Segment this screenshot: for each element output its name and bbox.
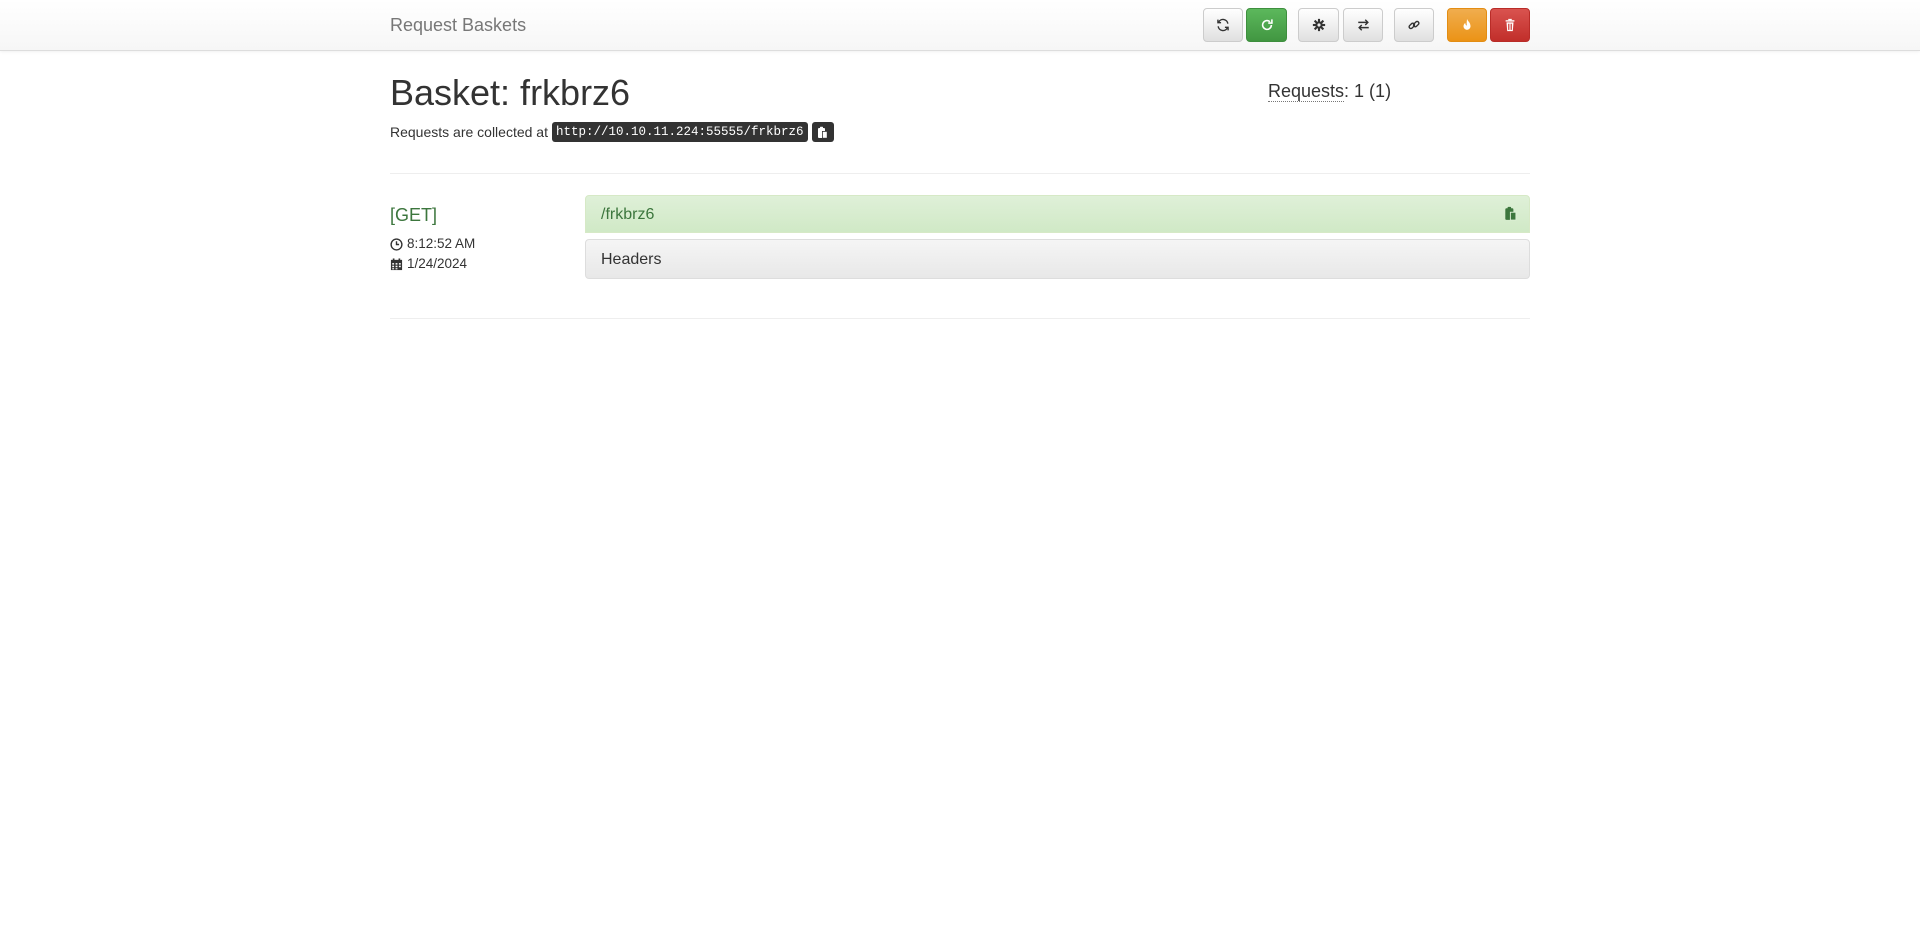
basket-url[interactable]: http://10.10.11.224:55555/frkbrz6 xyxy=(551,122,808,142)
request-method: [GET] xyxy=(390,205,438,225)
requests-label[interactable]: Requests xyxy=(1268,81,1345,102)
share-link-button[interactable] xyxy=(1394,8,1434,42)
calendar-icon xyxy=(390,257,403,270)
request-date: 1/24/2024 xyxy=(390,255,467,273)
headers-toggle[interactable]: Headers xyxy=(585,239,1530,279)
trash-icon xyxy=(1505,18,1515,32)
gear-icon xyxy=(1312,18,1325,32)
copy-url-button[interactable] xyxy=(811,122,834,142)
refresh-button[interactable] xyxy=(1203,8,1243,42)
request-time-text: 8:12:52 AM xyxy=(407,236,476,251)
requests-value: : 1 (1) xyxy=(1344,81,1392,101)
divider-top xyxy=(390,173,1530,174)
link-icon xyxy=(1408,20,1420,30)
clipboard-icon xyxy=(818,126,828,138)
collected-label: Requests are collected at xyxy=(390,124,548,140)
fire-icon xyxy=(1463,18,1471,30)
responses-button[interactable] xyxy=(1343,8,1383,42)
delete-button[interactable] xyxy=(1490,8,1530,42)
clipboard-icon xyxy=(1505,206,1517,221)
divider-bottom xyxy=(390,318,1530,319)
navbar: Request Baskets xyxy=(0,0,1920,51)
auto-refresh-button[interactable] xyxy=(1246,8,1287,42)
request-path: /frkbrz6 xyxy=(601,206,655,223)
auto-refresh-icon xyxy=(1261,19,1273,31)
brand-title[interactable]: Request Baskets xyxy=(390,15,526,35)
settings-button[interactable] xyxy=(1298,8,1339,42)
copy-request-button[interactable] xyxy=(1504,206,1517,226)
clock-icon xyxy=(390,237,403,251)
refresh-icon xyxy=(1217,18,1229,32)
headers-label: Headers xyxy=(601,251,662,268)
transfer-icon xyxy=(1357,19,1369,31)
page-title: Basket: frkbrz6 xyxy=(390,72,631,113)
request-time: 8:12:52 AM xyxy=(390,235,475,253)
collection-url-line: Requests are collected at http://10.10.1… xyxy=(390,122,834,142)
request-date-text: 1/24/2024 xyxy=(407,256,468,271)
request-path-panel: /frkbrz6 xyxy=(585,195,1530,233)
requests-count: Requests: 1 (1) xyxy=(1268,80,1391,102)
clear-button[interactable] xyxy=(1447,8,1487,42)
